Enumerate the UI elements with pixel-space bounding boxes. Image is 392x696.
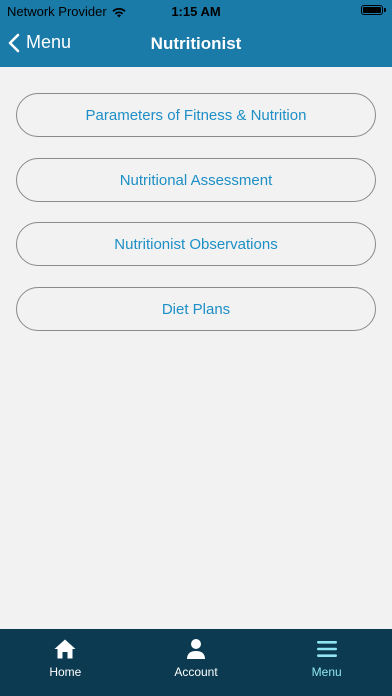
tab-account[interactable]: Account <box>131 629 262 696</box>
back-label: Menu <box>26 32 72 52</box>
nav-bar: Menu Nutritionist <box>0 22 392 67</box>
nutritional-assessment-button[interactable]: Nutritional Assessment <box>16 158 376 202</box>
tab-menu[interactable]: Menu <box>261 629 392 696</box>
screen: Network Provider 1:15 AM Menu Nutritioni… <box>0 0 392 696</box>
back-button[interactable]: Menu <box>8 32 71 53</box>
menu-icon <box>316 641 337 657</box>
tab-bar: Home Account Menu <box>0 629 392 696</box>
options-list: Parameters of Fitness & Nutrition Nutrit… <box>0 67 392 629</box>
header: Network Provider 1:15 AM Menu Nutritioni… <box>0 0 392 67</box>
tab-home-label: Home <box>49 665 82 679</box>
status-bar: Network Provider 1:15 AM <box>0 0 392 22</box>
account-icon <box>187 639 205 659</box>
chevron-left-icon <box>8 33 20 52</box>
tab-menu-label: Menu <box>311 665 342 679</box>
nutritionist-observations-button[interactable]: Nutritionist Observations <box>16 222 376 266</box>
home-icon <box>54 639 76 659</box>
tab-account-label: Account <box>174 665 218 679</box>
tab-home[interactable]: Home <box>0 629 131 696</box>
diet-plans-button[interactable]: Diet Plans <box>16 287 376 331</box>
battery-icon <box>361 5 386 15</box>
fitness-nutrition-parameters-button[interactable]: Parameters of Fitness & Nutrition <box>16 93 376 137</box>
status-time: 1:15 AM <box>171 4 221 19</box>
